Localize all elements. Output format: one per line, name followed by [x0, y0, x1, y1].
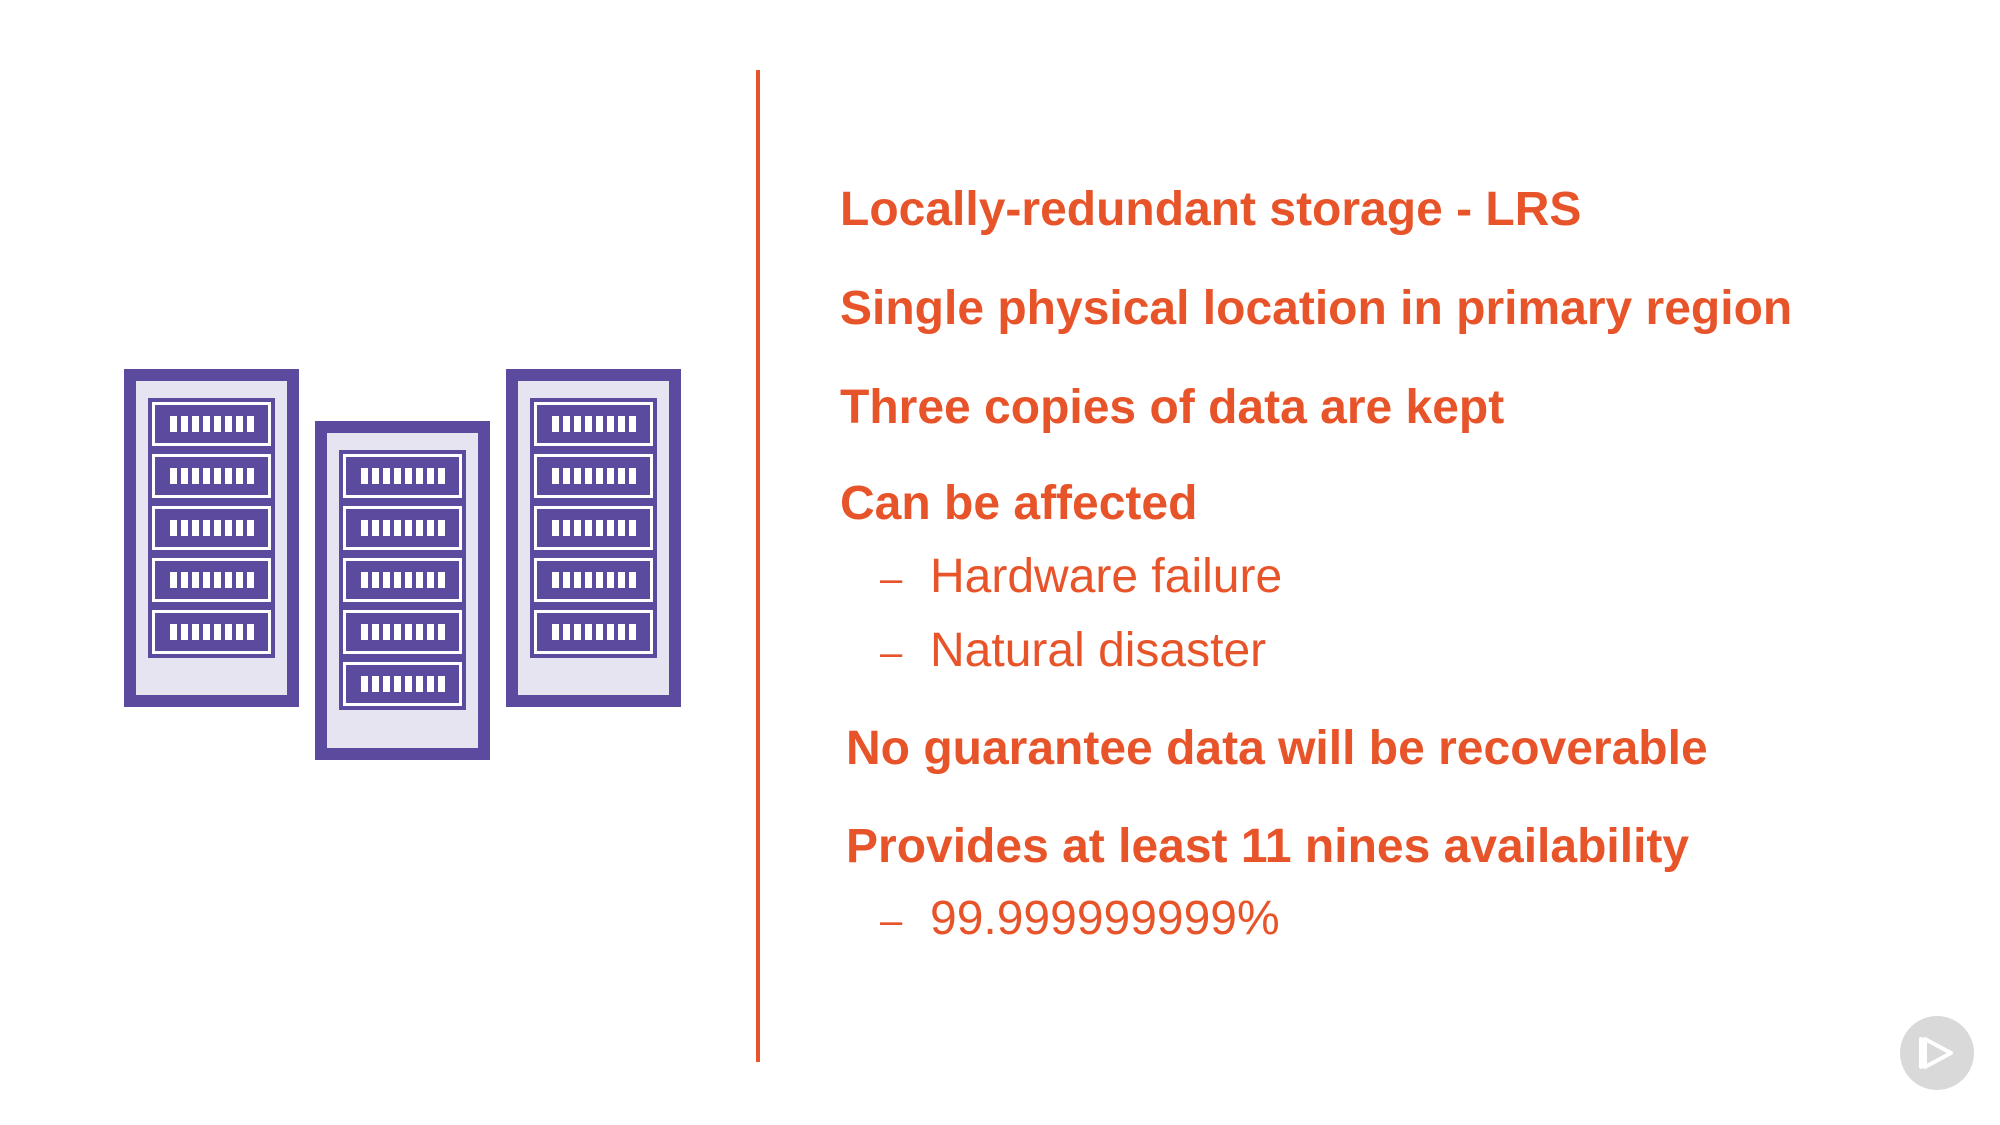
bullet-can-be-affected: Can be affected	[840, 477, 1198, 530]
bullet-eleven-nines: Provides at least 11 nines availability	[846, 820, 1690, 873]
bullet-three-copies: Three copies of data are kept	[840, 381, 1505, 434]
rack-drive-bay	[530, 398, 657, 658]
server-rack-middle	[315, 421, 490, 760]
bullet-single-location: Single physical location in primary regi…	[840, 282, 1793, 335]
rack-drive-bay	[339, 450, 466, 710]
play-button-icon[interactable]	[1900, 1016, 1974, 1090]
drive-unit	[534, 402, 653, 446]
server-rack-right	[506, 369, 681, 707]
drive-unit	[343, 610, 462, 654]
sub-bullet-text: 99.999999999%	[930, 892, 1280, 945]
drive-unit	[152, 610, 271, 654]
bullet-no-guarantee: No guarantee data will be recoverable	[846, 722, 1708, 775]
dash-marker: –	[880, 899, 903, 943]
drive-unit	[152, 506, 271, 550]
rack-drive-bay	[148, 398, 275, 658]
drive-unit	[343, 454, 462, 498]
sub-bullet-availability-percent: –99.999999999%	[880, 891, 1280, 949]
sub-bullet-natural-disaster: – Natural disaster	[880, 623, 1266, 681]
dash-marker: –	[880, 631, 903, 675]
drive-unit	[152, 558, 271, 602]
drive-unit	[534, 506, 653, 550]
drive-unit	[534, 558, 653, 602]
drive-unit	[343, 506, 462, 550]
play-triangle-icon	[1919, 1037, 1953, 1069]
drive-unit	[343, 558, 462, 602]
sub-bullet-text: Natural disaster	[930, 624, 1267, 677]
bullet-lrs: Locally-redundant storage - LRS	[840, 183, 1582, 236]
drive-unit	[152, 454, 271, 498]
drive-unit	[534, 454, 653, 498]
drive-unit	[152, 402, 271, 446]
drive-unit	[534, 610, 653, 654]
dash-marker: –	[880, 557, 903, 601]
drive-unit	[343, 662, 462, 706]
vertical-divider	[756, 70, 760, 1062]
sub-bullet-hardware-failure: – Hardware failure	[880, 549, 1282, 607]
sub-bullet-text: Hardware failure	[930, 550, 1283, 603]
server-rack-left	[124, 369, 299, 707]
